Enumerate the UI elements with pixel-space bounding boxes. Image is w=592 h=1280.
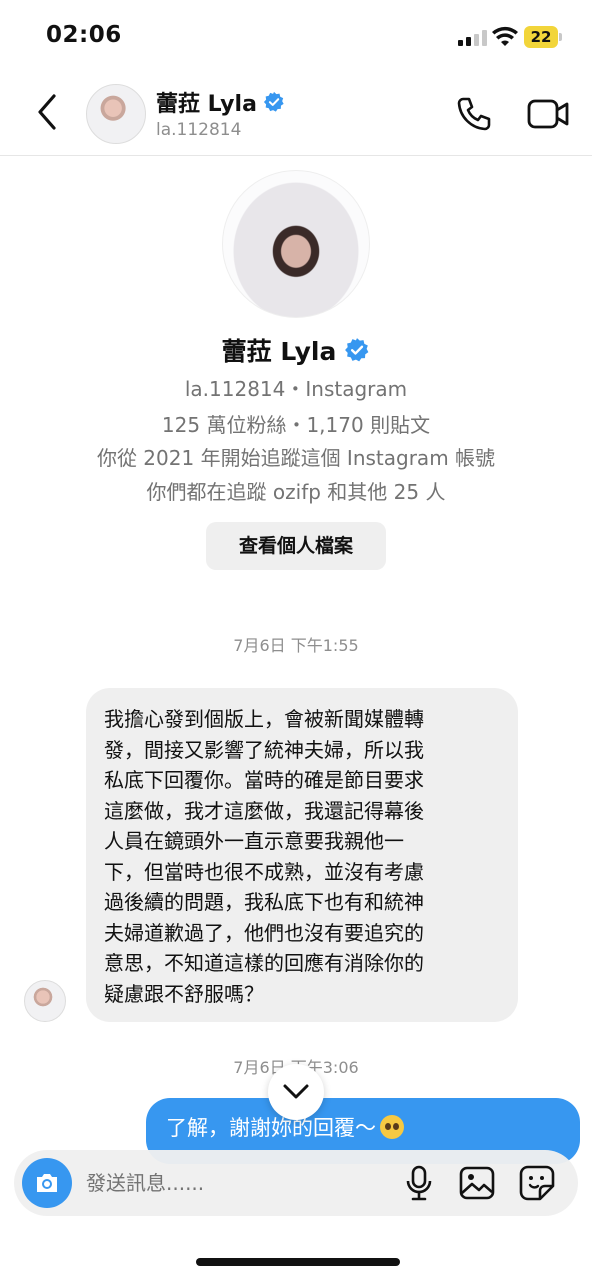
message-line: 人員在鏡頭外一直示意要我親他一 [104, 829, 404, 853]
pleading-face-emoji [380, 1115, 404, 1139]
profile-name-row: 蕾菈 Lyla [0, 332, 592, 368]
microphone-icon[interactable] [402, 1164, 436, 1202]
message-timestamp: 7月6日 下午1:55 [233, 636, 359, 655]
verified-badge-icon [345, 338, 369, 362]
message-line: 私底下回覆你。當時的確是節目要求 [104, 768, 424, 792]
message-line: 夫婦道歉過了，他們也沒有要追究的 [104, 920, 424, 945]
sticker-icon[interactable] [518, 1164, 556, 1202]
message-input[interactable]: 發送訊息...... [86, 1168, 336, 1198]
header-username: la.112814 [156, 120, 242, 140]
camera-icon [37, 1174, 57, 1192]
message-line: 下，但當時也很不成熟，並沒有考慮 [104, 859, 424, 884]
sender-avatar[interactable] [24, 980, 66, 1022]
profile-name: 蕾菈 Lyla [221, 337, 337, 366]
header-name: 蕾菈 Lyla [156, 92, 257, 117]
status-bar: 02:06 22 [0, 0, 592, 70]
camera-button[interactable] [22, 1158, 72, 1208]
message-line: 我擔心發到個版上，會被新聞媒體轉 [104, 707, 424, 731]
incoming-message-bubble[interactable]: 我擔心發到個版上，會被新聞媒體轉 發，間接又影響了統神夫婦，所以我 私底下回覆你… [86, 688, 518, 1022]
header-name-row[interactable]: 蕾菈 Lyla [156, 86, 285, 118]
signal-icon [458, 30, 488, 46]
profile-handle-line: la.112814・Instagram [184, 377, 408, 401]
profile-follow-since: 你從 2021 年開始追蹤這個 Instagram 帳號 [96, 446, 496, 470]
battery-icon: 22 [524, 26, 562, 48]
outgoing-message-text: 了解，謝謝妳的回覆～ [166, 1116, 376, 1140]
profile-avatar[interactable] [222, 170, 370, 318]
message-line: 疑慮跟不舒服嗎？ [104, 981, 264, 1006]
profile-mutual: 你們都在追蹤 ozifp 和其他 25 人 [146, 480, 446, 504]
message-line: 過後續的問題，我私底下也有和統神 [104, 890, 424, 914]
home-indicator [196, 1258, 400, 1266]
message-line: 這麼做，我才這麼做，我還記得幕後 [104, 798, 424, 823]
scroll-to-bottom-button[interactable] [268, 1064, 324, 1120]
wifi-icon [492, 26, 518, 46]
header-avatar[interactable] [86, 84, 146, 144]
message-line: 意思，不知道這樣的回應有消除你的 [104, 951, 424, 975]
verified-badge-icon [263, 91, 284, 112]
message-line: 發，間接又影響了統神夫婦，所以我 [104, 737, 424, 762]
gallery-icon[interactable] [458, 1164, 496, 1202]
view-profile-button[interactable]: 查看個人檔案 [206, 522, 386, 570]
message-composer: 發送訊息...... [14, 1150, 578, 1216]
back-chevron-icon[interactable] [32, 92, 62, 132]
phone-call-icon[interactable] [454, 94, 494, 134]
chevron-down-icon [283, 1084, 309, 1099]
battery-level: 22 [524, 26, 558, 48]
chat-header: 蕾菈 Lyla la.112814 [0, 70, 592, 156]
profile-stats-line: 125 萬位粉絲・1,170 則貼文 [161, 413, 431, 437]
status-time: 02:06 [46, 22, 122, 48]
video-call-icon[interactable] [526, 94, 570, 134]
